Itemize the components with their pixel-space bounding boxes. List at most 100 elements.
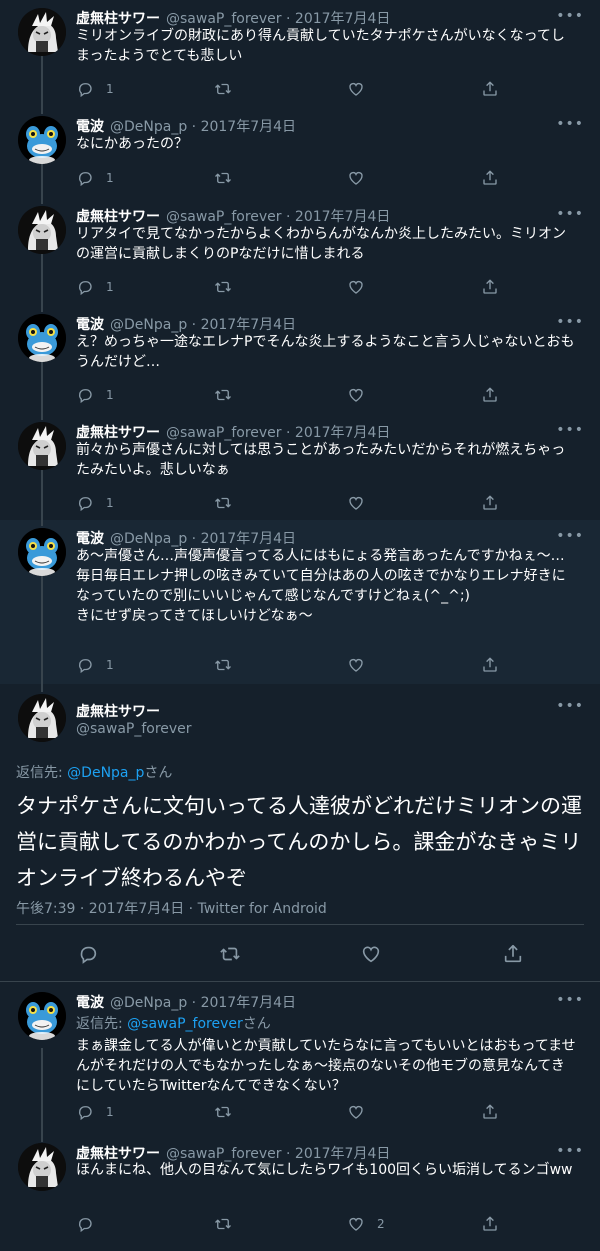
retweet-button[interactable]: [214, 655, 232, 675]
heart-icon: [347, 1103, 365, 1121]
display-name[interactable]: 電波: [76, 995, 104, 1011]
tweet-header: 電波 @DeNpa_p · 2017年7月4日: [76, 314, 296, 334]
retweet-icon: [214, 80, 232, 98]
reply-button[interactable]: 1: [76, 385, 114, 405]
like-button[interactable]: [347, 79, 377, 99]
tweet-header: 虚無柱サワー @sawaP_forever · 2017年7月4日: [76, 206, 390, 226]
retweet-button[interactable]: [214, 79, 232, 99]
share-button[interactable]: [481, 493, 499, 513]
tweet-meta: @DeNpa_p · 2017年7月4日: [110, 317, 296, 333]
share-button[interactable]: [481, 655, 499, 675]
display-name[interactable]: 虚無柱サワー: [76, 701, 160, 721]
share-icon: [481, 386, 499, 404]
reply-button[interactable]: [77, 944, 99, 964]
user-handle[interactable]: @sawaP_forever: [166, 209, 282, 225]
like-button[interactable]: [347, 385, 377, 405]
avatar[interactable]: [18, 314, 66, 362]
like-button[interactable]: [347, 277, 377, 297]
tweet-meta: @DeNpa_p · 2017年7月4日: [110, 119, 296, 135]
tweet-date[interactable]: · 2017年7月4日: [192, 317, 296, 333]
tweet[interactable]: 電波 @DeNpa_p · 2017年7月4日 ••• え？めっちゃ一途なエレナPでそ…: [0, 306, 600, 414]
like-button[interactable]: [347, 1102, 377, 1122]
tweet-date[interactable]: · 2017年7月4日: [192, 119, 296, 135]
retweet-button[interactable]: [214, 1102, 232, 1122]
reply-button[interactable]: 1: [76, 277, 114, 297]
reply-target-link[interactable]: @sawaP_forever: [127, 1016, 243, 1032]
retweet-button[interactable]: [214, 385, 232, 405]
display-name[interactable]: 電波: [76, 119, 104, 135]
display-name[interactable]: 虚無柱サワー: [76, 425, 160, 441]
reply-target-link[interactable]: @DeNpa_p: [67, 765, 144, 781]
like-button[interactable]: [360, 944, 382, 964]
like-button[interactable]: [347, 168, 377, 188]
user-handle[interactable]: @sawaP_forever: [76, 721, 192, 737]
tweet[interactable]: 電波 @DeNpa_p · 2017年7月4日 ••• あ〜声優さん…声優声優言ってる…: [0, 520, 600, 684]
more-icon[interactable]: •••: [556, 116, 584, 132]
more-icon[interactable]: •••: [556, 698, 584, 714]
avatar[interactable]: [18, 992, 66, 1040]
display-name[interactable]: 虚無柱サワー: [76, 209, 160, 225]
tweet[interactable]: 虚無柱サワー @sawaP_forever · 2017年7月4日 ••• ほんまにね…: [0, 1134, 600, 1251]
avatar[interactable]: [18, 8, 66, 56]
more-icon[interactable]: •••: [556, 1143, 584, 1159]
avatar[interactable]: [18, 528, 66, 576]
user-handle[interactable]: @DeNpa_p: [110, 531, 187, 547]
retweet-button[interactable]: [214, 493, 232, 513]
tweet[interactable]: 電波 @DeNpa_p · 2017年7月4日 ••• なにかあったの？ 1: [0, 108, 600, 198]
retweet-button[interactable]: [214, 168, 232, 188]
retweet-button[interactable]: [214, 1214, 232, 1234]
heart-icon: [347, 169, 365, 187]
tweet[interactable]: 虚無柱サワー @sawaP_forever · 2017年7月4日 ••• 前々から声…: [0, 414, 600, 522]
reply-button[interactable]: 1: [76, 655, 114, 675]
tweet-date[interactable]: · 2017年7月4日: [286, 209, 390, 225]
share-icon: [481, 1215, 499, 1233]
tweet-date[interactable]: · 2017年7月4日: [286, 425, 390, 441]
reply-button[interactable]: 1: [76, 168, 114, 188]
tweet-timestamp[interactable]: 午後7:39 · 2017年7月4日 · Twitter for Android: [16, 898, 327, 918]
user-handle[interactable]: @sawaP_forever: [166, 11, 282, 27]
reply-button[interactable]: [76, 1214, 106, 1234]
tweet-date[interactable]: · 2017年7月4日: [192, 995, 296, 1011]
avatar[interactable]: [18, 1143, 66, 1191]
share-button[interactable]: [481, 385, 499, 405]
share-button[interactable]: [481, 277, 499, 297]
like-button[interactable]: [347, 655, 377, 675]
avatar[interactable]: [18, 422, 66, 470]
more-icon[interactable]: •••: [556, 992, 584, 1008]
display-name[interactable]: 電波: [76, 317, 104, 333]
share-button[interactable]: [481, 1214, 499, 1234]
like-button[interactable]: 2: [347, 1214, 385, 1234]
retweet-button[interactable]: [214, 277, 232, 297]
more-icon[interactable]: •••: [556, 528, 584, 544]
user-handle[interactable]: @DeNpa_p: [110, 119, 187, 135]
avatar[interactable]: [18, 116, 66, 164]
share-button[interactable]: [481, 168, 499, 188]
reply-button[interactable]: 1: [76, 1102, 114, 1122]
share-button[interactable]: [481, 1102, 499, 1122]
tweet[interactable]: 虚無柱サワー @sawaP_forever · 2017年7月4日 ••• ミリオンラ…: [0, 0, 600, 110]
user-handle[interactable]: @DeNpa_p: [110, 995, 187, 1011]
tweet[interactable]: 電波 @DeNpa_p · 2017年7月4日 ••• 返信先: @sawaP_for…: [0, 982, 600, 1134]
avatar[interactable]: [18, 694, 66, 742]
avatar[interactable]: [18, 206, 66, 254]
display-name[interactable]: 電波: [76, 531, 104, 547]
share-button[interactable]: [481, 79, 499, 99]
reply-button[interactable]: 1: [76, 79, 114, 99]
more-icon[interactable]: •••: [556, 314, 584, 330]
tweet-meta: @sawaP_forever · 2017年7月4日: [166, 209, 390, 225]
retweet-button[interactable]: [219, 944, 241, 964]
more-icon[interactable]: •••: [556, 8, 584, 24]
display-name[interactable]: 虚無柱サワー: [76, 11, 160, 27]
like-button[interactable]: [347, 493, 377, 513]
user-handle[interactable]: @sawaP_forever: [166, 425, 282, 441]
more-icon[interactable]: •••: [556, 422, 584, 438]
reply-button[interactable]: 1: [76, 493, 114, 513]
share-button[interactable]: [502, 944, 524, 964]
share-icon: [481, 1103, 499, 1121]
tweet[interactable]: 虚無柱サワー @sawaP_forever · 2017年7月4日 ••• リアタイで…: [0, 198, 600, 306]
tweet-date[interactable]: · 2017年7月4日: [286, 11, 390, 27]
more-icon[interactable]: •••: [556, 206, 584, 222]
tweet-date[interactable]: · 2017年7月4日: [192, 531, 296, 547]
user-handle[interactable]: @DeNpa_p: [110, 317, 187, 333]
thread-line: [41, 576, 43, 684]
